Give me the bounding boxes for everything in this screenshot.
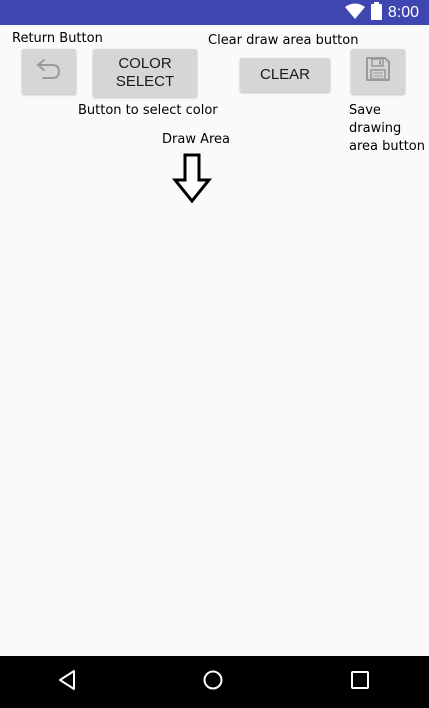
color-select-button[interactable]: COLOR SELECT [93,49,197,97]
wifi-icon [344,3,365,23]
clear-button[interactable]: CLEAR [240,58,330,92]
save-button-annotation-line3: area button [349,139,426,154]
return-button-annotation: Return Button [12,31,103,46]
nav-bar [0,656,429,708]
return-button[interactable] [22,49,76,94]
clear-button-label: CLEAR [259,66,311,83]
draw-area[interactable] [0,205,429,655]
status-time: 8:00 [387,4,419,21]
home-button[interactable] [183,656,243,708]
color-select-label-line1: COLOR [118,55,172,72]
save-button-annotation-line2: drawing [349,121,402,136]
floppy-disk-icon [365,56,391,87]
arrow-down-icon [171,153,213,204]
back-icon [57,669,77,695]
clear-button-annotation: Clear draw area button [208,33,359,48]
save-button-annotation-line1: Save [349,103,381,118]
recents-button[interactable] [330,656,390,708]
back-button[interactable] [37,656,97,708]
draw-area-annotation: Draw Area [162,132,231,147]
color-button-annotation: Button to select color [78,103,218,118]
home-icon [202,669,224,695]
status-icons: 8:00 [344,1,419,24]
status-bar: 8:00 [0,0,429,25]
color-select-label-line2: SELECT [115,73,175,90]
undo-icon [34,56,64,87]
recents-icon [350,670,370,694]
battery-icon [370,1,382,24]
save-button[interactable] [351,49,405,94]
